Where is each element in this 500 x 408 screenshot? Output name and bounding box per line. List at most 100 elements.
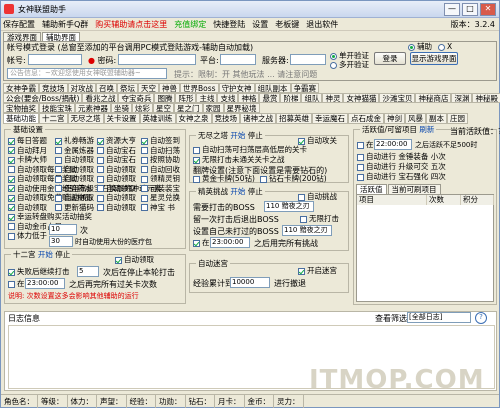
func-tab-2-15[interactable]: 神秘商店 <box>415 93 452 103</box>
platform-select[interactable] <box>220 54 256 65</box>
menu-quick-login[interactable]: 快捷登陆 <box>213 19 245 30</box>
func-tab-2-9[interactable]: 悬赏 <box>259 93 281 103</box>
basic-col3-checkbox-3[interactable]: 自动宝石 <box>97 155 136 165</box>
show-game-button[interactable]: 显示游戏界面 <box>410 52 458 65</box>
func-tab-2-11[interactable]: 组队 <box>301 93 323 103</box>
func-tab-2-12[interactable]: 神灵 <box>322 93 344 103</box>
func-tab-3-5[interactable]: 炫彩 <box>132 103 153 113</box>
tower-row2-checkbox[interactable]: 无限打击未通关关卡之战 <box>193 155 285 164</box>
maximize-button[interactable]: □ <box>462 2 478 16</box>
elite-start[interactable]: 开始 <box>230 187 245 196</box>
zodiac-fail-checkbox[interactable]: 失败后继续打击 <box>8 267 70 276</box>
maze-start-checkbox[interactable]: 开启迷宫 <box>298 266 337 275</box>
basic-col4-checkbox-2[interactable]: 自动扫荡 <box>141 146 180 156</box>
basic-col3-checkbox-5[interactable]: 自动领取 <box>97 174 136 184</box>
password-input[interactable] <box>118 54 196 65</box>
basic-col3-checkbox-8[interactable]: 自动领取 <box>97 203 136 213</box>
func-tab-1-1[interactable]: 女神争霸 <box>3 83 39 93</box>
elite-need-select[interactable]: 110 黯夜之刃 <box>264 201 314 212</box>
basic-col4-checkbox-4[interactable]: 自动回收 <box>141 165 180 175</box>
func-tab-2-1[interactable]: 公会(要会/Boss/捐献) <box>3 93 83 103</box>
elite-time-input[interactable]: 23:00:00 <box>210 237 250 248</box>
func-tab-1-4[interactable]: 召唤 <box>96 83 117 93</box>
func-tab-2-4[interactable]: 图腾 <box>154 93 176 103</box>
basic-col3-checkbox-7[interactable]: 自动领取 <box>97 193 136 203</box>
func-tab-1-5[interactable]: 祭坛 <box>117 83 138 93</box>
func-tab-1-9[interactable]: 守护女神 <box>218 83 255 93</box>
tower-auto-checkbox[interactable]: 自动攻关 <box>298 136 337 145</box>
func-tab-2-13[interactable]: 女神猫猫 <box>343 93 380 103</box>
zodiac-fail-input[interactable]: 5 <box>77 266 99 277</box>
zodiac-auto-checkbox[interactable]: 自动领取 <box>115 255 154 264</box>
basic-col4-checkbox-1[interactable]: 自动签到 <box>141 136 180 146</box>
help-icon[interactable]: ? <box>475 312 487 324</box>
elite-infinite-checkbox[interactable]: 无限打击 <box>300 214 339 223</box>
basic-col1-checkbox-9[interactable]: 幸运转盘购买活动抽奖 <box>8 212 92 222</box>
func-tab-1-2[interactable]: 竞技场 <box>39 83 68 93</box>
func-tab-4-5[interactable]: 英雄训练 <box>139 113 176 124</box>
menu-save-config[interactable]: 保存配置 <box>3 19 35 30</box>
close-button[interactable]: ✕ <box>480 2 496 16</box>
func-tab-2-3[interactable]: 夺宝奇兵 <box>118 93 155 103</box>
stamina-value-input[interactable]: 30 <box>49 236 73 247</box>
zodiac-time-input[interactable]: 23:00:00 <box>25 278 65 289</box>
star-value-input[interactable]: 10 <box>49 224 77 235</box>
basic-col3-checkbox-4[interactable]: 自动领取 <box>97 165 136 175</box>
func-tab-2-2[interactable]: 看兆之战 <box>82 93 119 103</box>
func-tab-2-14[interactable]: 沙滩宝贝 <box>379 93 416 103</box>
server-select[interactable] <box>290 54 326 65</box>
x-radio[interactable]: X <box>438 42 452 51</box>
func-tab-4-9[interactable]: 招募英雄 <box>276 113 312 124</box>
func-tab-2-17[interactable]: 神秘殿 <box>472 93 500 103</box>
func-tab-1-11[interactable]: 争霸赛 <box>290 83 320 93</box>
maze-exp-input[interactable]: 10000 <box>230 277 270 288</box>
func-tab-4-11[interactable]: 点石成金 <box>348 113 384 124</box>
single-verify-radio[interactable]: 单开验证 <box>330 51 369 60</box>
func-tab-3-4[interactable]: 坐骑 <box>111 103 132 113</box>
func-tab-1-8[interactable]: 世界Boss <box>180 83 219 93</box>
func-tab-1-10[interactable]: 组队副本 <box>254 83 291 93</box>
basic-col3-checkbox-1[interactable]: 资源大亨 <box>97 136 136 146</box>
tower-stop[interactable]: 停止 <box>248 131 263 140</box>
func-tab-4-10[interactable]: 幸运魔石 <box>312 113 348 124</box>
func-tab-1-7[interactable]: 神兽 <box>159 83 180 93</box>
func-tab-4-6[interactable]: 女神之泉 <box>175 113 212 124</box>
func-tab-4-1[interactable]: 基础功能 <box>3 113 39 124</box>
func-tab-4-3[interactable]: 无尽之塔 <box>67 113 104 124</box>
activity-time-checkbox[interactable]: 在 <box>357 140 374 149</box>
func-tab-4-12[interactable]: 神剑 <box>384 113 405 124</box>
func-tab-3-8[interactable]: 家园 <box>202 103 224 113</box>
log-filter-select[interactable]: [全部日志] <box>407 312 471 323</box>
func-tab-3-3[interactable]: 元素神器 <box>75 103 111 113</box>
tab-activity-items[interactable]: 当前可刷项目 <box>387 184 441 194</box>
func-tab-4-13[interactable]: 风暴 <box>405 113 426 124</box>
elite-auto-checkbox[interactable]: 自动挑战 <box>298 192 337 201</box>
menu-exit[interactable]: 退出软件 <box>306 19 338 30</box>
multi-verify-radio[interactable]: 多开验证 <box>330 60 369 69</box>
activity-row-1[interactable]: 自动进行 金锤装备 小次 <box>357 152 446 161</box>
func-tab-1-6[interactable]: 天空 <box>138 83 159 93</box>
basic-col4-checkbox-8[interactable]: 神宝 书 <box>141 203 180 213</box>
activity-time-input[interactable]: 22:00:00 <box>374 139 412 150</box>
func-tab-4-8[interactable]: 诸神之战 <box>240 113 276 124</box>
tower-diamond-card[interactable]: 钻石卡牌(200钻) <box>260 174 327 183</box>
func-tab-2-16[interactable]: 深渊 <box>451 93 473 103</box>
menu-settings[interactable]: 设置 <box>252 19 268 30</box>
minimize-button[interactable]: — <box>444 2 460 16</box>
activity-refresh[interactable]: 刷新 <box>419 125 434 134</box>
basic-col3-checkbox-6[interactable]: 自动领取 <box>97 184 136 194</box>
menu-buy[interactable]: 购买辅助请点击这里 <box>95 19 167 30</box>
activity-row-3[interactable]: 自动进行 宝石强化 四次 <box>357 172 446 181</box>
func-tab-2-8[interactable]: 神格 <box>238 93 260 103</box>
login-button[interactable]: 登录 <box>374 52 406 65</box>
zodiac-time-checkbox[interactable]: 在 <box>8 279 25 288</box>
tower-row1-checkbox[interactable]: 自动扫荡可扫荡层高低层的关卡 <box>193 145 307 154</box>
func-tab-4-14[interactable]: 副本 <box>426 113 447 124</box>
basic-col4-checkbox-6[interactable]: 可装装宝 <box>141 184 180 194</box>
tower-start[interactable]: 开始 <box>230 131 245 140</box>
tower-gold-card[interactable]: 黄金卡牌(50钻) <box>193 174 255 183</box>
func-tab-1-3[interactable]: 对攻战 <box>67 83 96 93</box>
menu-qq-group[interactable]: 辅助新手Q群 <box>42 19 88 30</box>
func-tab-4-15[interactable]: 庄园 <box>447 113 468 124</box>
basic-col4-checkbox-7[interactable]: 星灵兑换 <box>141 193 180 203</box>
